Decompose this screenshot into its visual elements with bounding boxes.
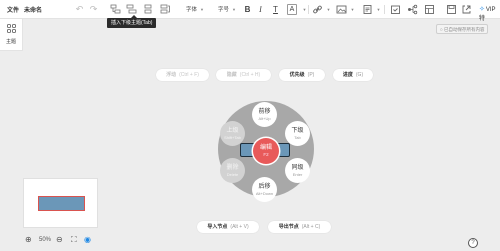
save-icon[interactable] (446, 4, 457, 15)
sibling-shortcut: Enter (292, 171, 303, 177)
theme-panel-button[interactable]: 主题 (0, 19, 23, 51)
help-icon[interactable]: ? (468, 238, 478, 248)
theme-label: 主题 (5, 39, 16, 45)
edit-shortcut: F2 (263, 152, 269, 157)
insert-subtopic-icon[interactable] (110, 4, 121, 15)
delete-button: 删除 Delete (220, 158, 245, 183)
font-family-value: 字体 (186, 7, 198, 13)
grid-icon (0, 24, 22, 35)
font-size-select[interactable]: 字号 ▼ (218, 5, 236, 13)
export-label: 导出节点 (278, 224, 299, 230)
move-down-shortcut: Alt+Down (255, 190, 274, 196)
move-down-button[interactable]: 后移 Alt+Down (252, 177, 277, 202)
upper-level-button: 上级 Shift+Tab (220, 121, 245, 146)
sibling-label: 同级 (291, 164, 304, 171)
export-shortcut: (Alt + C) (301, 224, 321, 230)
lower-level-label: 下级 (291, 127, 304, 134)
progress-button[interactable]: 进度 (G) (333, 69, 373, 81)
image-icon[interactable] (336, 4, 347, 15)
autosave-text: 已自动保存所有内容 (443, 27, 485, 32)
delete-label: 删除 (226, 164, 239, 171)
redo-icon[interactable]: ↷ (88, 4, 99, 15)
font-size-value: 字号 (218, 7, 230, 13)
priority-button[interactable]: 优先级 (P) (279, 69, 325, 81)
float-button[interactable]: 浮动 (Ctrl + F) (156, 69, 209, 81)
file-menu[interactable]: 文件 (7, 5, 19, 14)
zoom-level: 50% (39, 237, 52, 243)
delete-shortcut: Delete (226, 171, 239, 177)
zoom-in-icon[interactable]: ⊕ (25, 234, 32, 246)
zoom-out-icon[interactable]: ⊖ (56, 234, 63, 246)
priority-label: 优先级 (289, 72, 305, 78)
chevron-down-icon[interactable]: ▼ (373, 4, 384, 15)
edit-button[interactable]: 编辑 F2 (253, 138, 279, 164)
lower-level-button[interactable]: 下级 Tab (285, 121, 310, 146)
layout-icon[interactable] (424, 4, 435, 15)
note-icon[interactable] (362, 4, 373, 15)
task-icon[interactable] (390, 4, 401, 15)
float-label: 浮动 (166, 72, 177, 78)
import-label: 导入节点 (207, 224, 228, 230)
share-icon[interactable] (461, 4, 472, 15)
hide-button[interactable]: 隐藏 (Ctrl + H) (216, 69, 271, 81)
move-up-button[interactable]: 前移 Alt+Up (252, 102, 277, 127)
hide-label: 隐藏 (226, 72, 237, 78)
export-node-button[interactable]: 导出节点 (Alt + C) (268, 221, 331, 233)
sibling-button[interactable]: 同级 Enter (285, 158, 310, 183)
minimap-viewport[interactable] (38, 196, 85, 211)
structure-icon[interactable] (407, 4, 418, 15)
chevron-down-icon[interactable]: ▼ (323, 4, 334, 15)
top-toolbar: 文件 未命名 ↶ ↷ 字体 ▼ 字号 ▼ B I T A ▼ ▼ ▼ ▼ ✧VI… (0, 0, 500, 22)
move-down-label: 后移 (258, 183, 271, 190)
progress-label: 进度 (342, 72, 353, 78)
bold-button[interactable]: B (242, 4, 253, 15)
vip-icon: ✧ (479, 6, 485, 13)
chevron-down-icon[interactable]: ▼ (347, 4, 358, 15)
move-up-shortcut: Alt+Up (258, 115, 271, 121)
lower-level-shortcut: Tab (294, 134, 301, 140)
import-node-button[interactable]: 导入节点 (Alt + V) (197, 221, 259, 233)
priority-shortcut: (P) (307, 72, 315, 78)
font-family-select[interactable]: 字体 ▼ (186, 5, 204, 13)
insert-subtopic-tooltip: 插入下级主题(Tab) (107, 15, 157, 28)
link-icon[interactable] (312, 4, 323, 15)
hide-shortcut: (Ctrl + H) (239, 72, 261, 78)
italic-button[interactable]: I (255, 4, 266, 15)
fit-screen-icon[interactable]: ⛶ (71, 234, 77, 246)
vip-button[interactable]: ✧VIP特 (479, 5, 500, 22)
float-shortcut: (Ctrl + F) (179, 72, 199, 78)
minimap[interactable] (23, 178, 98, 228)
cloud-icon: ○ (440, 27, 443, 32)
insert-summary-icon[interactable] (160, 4, 171, 15)
upper-level-label: 上级 (226, 127, 239, 134)
move-up-label: 前移 (258, 108, 271, 115)
font-color-button[interactable]: A (287, 4, 297, 15)
progress-shortcut: (G) (355, 72, 364, 78)
document-title[interactable]: 未命名 (24, 5, 42, 14)
insert-parent-icon[interactable] (143, 4, 154, 15)
undo-icon[interactable]: ↶ (74, 4, 85, 15)
chevron-down-icon: ▼ (232, 7, 236, 12)
toolbar-divider (384, 5, 385, 14)
upper-level-shortcut: Shift+Tab (224, 134, 241, 140)
autosave-status: ○ 已自动保存所有内容 (436, 24, 489, 34)
underline-button[interactable]: T (270, 4, 281, 15)
import-shortcut: (Alt + V) (230, 224, 249, 230)
eye-icon[interactable]: ◉ (84, 234, 91, 246)
chevron-down-icon: ▼ (200, 7, 204, 12)
toolbar-divider (308, 5, 309, 14)
insert-sibling-icon[interactable] (126, 4, 137, 15)
edit-label: 编辑 (259, 145, 272, 151)
